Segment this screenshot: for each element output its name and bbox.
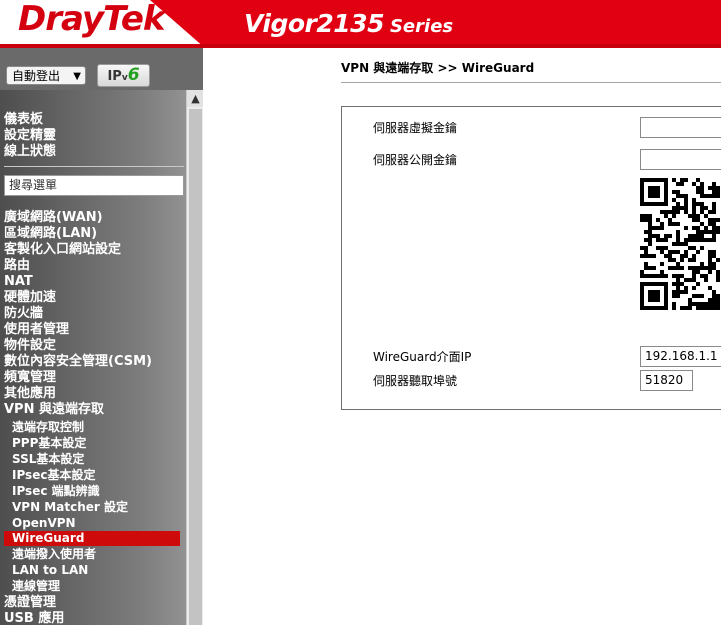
sidebar-item-bandwidth[interactable]: 頻寬管理 xyxy=(4,370,56,386)
public-key-label: 伺服器公開金鑰 xyxy=(373,153,458,167)
sidebar-item-hardware-acceleration[interactable]: 硬體加速 xyxy=(4,290,56,306)
sidebar-divider xyxy=(4,166,184,167)
model-name: Vigor2135 xyxy=(244,9,384,38)
menu-search-input[interactable]: 搜尋選單 xyxy=(4,175,184,196)
wireguard-settings-panel: 伺服器虛擬金鑰 伺服器公開金鑰 WireGuard介面IP 192.168.1.… xyxy=(341,106,721,410)
auto-logout-select-value: 自動登出 xyxy=(12,69,61,83)
sidebar-subitem-openvpn[interactable]: OpenVPN xyxy=(12,515,76,531)
public-key-qr-code xyxy=(640,178,721,310)
sidebar-item-objects[interactable]: 物件設定 xyxy=(4,338,56,354)
ipv6-badge-ip: IP xyxy=(107,69,122,84)
draytek-logo: DrayTek xyxy=(18,0,166,39)
sidebar-item-wizard[interactable]: 設定精靈 xyxy=(4,128,56,144)
sidebar-subitem-lan-to-lan[interactable]: LAN to LAN xyxy=(12,562,88,578)
sidebar-item-firewall[interactable]: 防火牆 xyxy=(4,306,43,322)
ipv6-button[interactable]: IPv6 xyxy=(97,64,150,87)
sidebar-subitem-ipsec-peer[interactable]: IPsec 端點辨識 xyxy=(12,483,100,499)
sidebar-subitem-ssl[interactable]: SSL基本設定 xyxy=(12,451,84,467)
sidebar-item-online-status[interactable]: 線上狀態 xyxy=(4,144,56,160)
sidebar-subitem-wireguard[interactable]: WireGuard xyxy=(4,531,180,546)
private-key-label: 伺服器虛擬金鑰 xyxy=(373,121,458,135)
private-key-input[interactable] xyxy=(640,117,721,138)
scroll-up-icon[interactable]: ▲ xyxy=(187,90,203,107)
interface-ip-label: WireGuard介面IP xyxy=(373,350,472,364)
main-content: VPN 與遠端存取 >> WireGuard 伺服器虛擬金鑰 伺服器公開金鑰 W… xyxy=(203,48,721,625)
listen-port-label: 伺服器聽取埠號 xyxy=(373,374,458,388)
auto-logout-select[interactable]: 自動登出 ▼ xyxy=(6,66,86,85)
sidebar-subitem-ppp[interactable]: PPP基本設定 xyxy=(12,435,86,451)
sidebar-subitem-remote-access-control[interactable]: 遠端存取控制 xyxy=(12,419,84,435)
model-series: Series xyxy=(389,16,454,37)
model-title: Vigor2135 Series xyxy=(244,7,453,44)
sidebar-item-certificates[interactable]: 憑證管理 xyxy=(4,595,56,611)
sidebar-subitem-connection-management[interactable]: 連線管理 xyxy=(12,578,60,594)
sidebar-item-vpn[interactable]: VPN 與遠端存取 xyxy=(4,402,104,418)
sidebar-item-applications[interactable]: 其他應用 xyxy=(4,386,56,402)
sidebar-subitem-vpn-matcher[interactable]: VPN Matcher 設定 xyxy=(12,499,128,515)
sidebar-item-dashboard[interactable]: 儀表板 xyxy=(4,112,43,128)
ipv6-badge-six: 6 xyxy=(127,65,140,85)
sidebar-item-csm[interactable]: 數位內容安全管理(CSM) xyxy=(4,354,152,370)
sidebar-scrollbar[interactable]: ▲ xyxy=(186,90,203,625)
sidebar-item-nat[interactable]: NAT xyxy=(4,274,33,290)
sidebar-item-user-management[interactable]: 使用者管理 xyxy=(4,322,69,338)
sidebar-item-portal[interactable]: 客製化入口網站設定 xyxy=(4,242,121,258)
sidebar-subitem-dialin-users[interactable]: 遠端撥入使用者 xyxy=(12,546,96,562)
sidebar: 自動登出 ▼ IPv6 儀表板 設定精靈 線上狀態 搜尋選單 廣域網路(WAN)… xyxy=(0,48,203,625)
listen-port-input[interactable]: 51820 xyxy=(640,370,693,391)
header-banner: DrayTek Vigor2135 Series xyxy=(0,0,721,48)
breadcrumb: VPN 與遠端存取 >> WireGuard xyxy=(341,61,535,75)
sidebar-item-lan[interactable]: 區域網路(LAN) xyxy=(4,226,97,242)
sidebar-item-usb[interactable]: USB 應用 xyxy=(4,611,64,625)
chevron-down-icon: ▼ xyxy=(73,71,81,82)
sidebar-item-wan[interactable]: 廣域網路(WAN) xyxy=(4,210,103,226)
interface-ip-input[interactable]: 192.168.1.1 xyxy=(640,346,721,367)
public-key-input[interactable] xyxy=(640,149,721,170)
scrollbar-thumb[interactable] xyxy=(189,109,202,625)
title-rule xyxy=(341,82,721,83)
sidebar-subitem-ipsec[interactable]: IPsec基本設定 xyxy=(12,467,95,483)
sidebar-item-routing[interactable]: 路由 xyxy=(4,258,30,274)
